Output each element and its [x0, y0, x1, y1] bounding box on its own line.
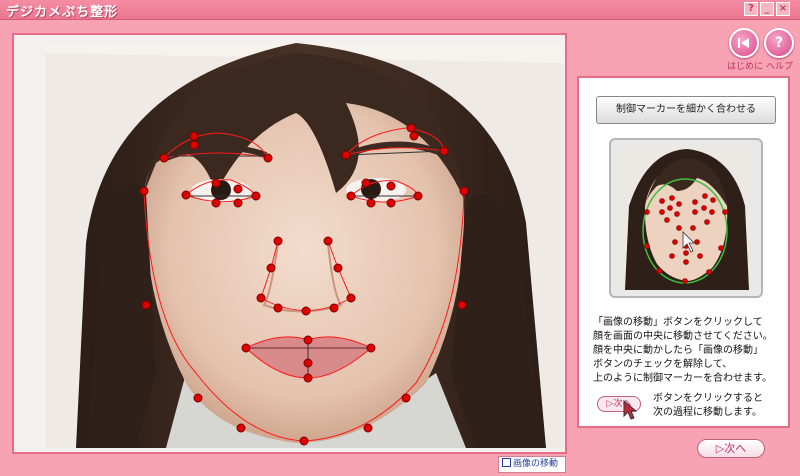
next-button[interactable]: ▷次へ	[697, 439, 765, 458]
face-photo-canvas[interactable]	[46, 43, 564, 448]
instruction-line: ボタンのチェックを解除して、	[593, 359, 733, 370]
window-help-button[interactable]: ?	[744, 2, 758, 16]
play-arrow-icon: ▷	[715, 442, 725, 455]
start-label: はじめに	[727, 62, 764, 72]
move-image-checkbox[interactable]: 画像の移動	[498, 456, 566, 473]
help-button[interactable]: ?	[764, 28, 794, 58]
instruction-line: 顔を中央に動かしたら「画像の移動」	[593, 345, 763, 356]
title-bar: デジカメぷち整形 ? _ ×	[0, 0, 800, 20]
skip-back-icon	[738, 38, 749, 48]
question-icon: ?	[774, 35, 784, 51]
instruction-line: 顔を画面の中央に移動させてください。	[593, 331, 773, 342]
next-hint-line: ボタンをクリックすると	[653, 393, 763, 404]
start-button[interactable]	[729, 28, 759, 58]
help-label: ヘルプ	[766, 62, 794, 72]
next-hint-line: 次の過程に移動します。	[653, 407, 762, 418]
instruction-line: 上のように制御マーカーを合わせます。	[593, 373, 772, 384]
example-thumbnail	[617, 146, 755, 290]
minimize-button[interactable]: _	[760, 2, 774, 16]
next-button-label: 次へ	[724, 442, 747, 455]
pointer-cursor-icon	[623, 400, 637, 420]
checkbox-box[interactable]	[502, 458, 511, 467]
instructions: 「画像の移動」ボタンをクリックして 顔を画面の中央に移動させてください。 顔を中…	[593, 316, 789, 386]
instruction-line: 「画像の移動」ボタンをクリックして	[593, 317, 763, 328]
close-button[interactable]: ×	[776, 2, 790, 16]
next-hint-text: ボタンをクリックすると 次の過程に移動します。	[653, 392, 763, 420]
window-title: デジカメぷち整形	[6, 5, 119, 20]
photo-editor-frame: 画像の移動	[12, 33, 567, 473]
fine-adjust-markers-button[interactable]: 制御マーカーを細かく合わせる	[596, 96, 776, 124]
guide-panel: 制御マーカーを細かく合わせる 「画像の移動」ボタンをクリックして 顔を画面の中央…	[577, 76, 790, 428]
example-thumbnail-frame	[609, 138, 763, 298]
move-image-label: 画像の移動	[513, 459, 559, 469]
example-face-image	[617, 146, 755, 290]
face-photo	[46, 43, 564, 448]
